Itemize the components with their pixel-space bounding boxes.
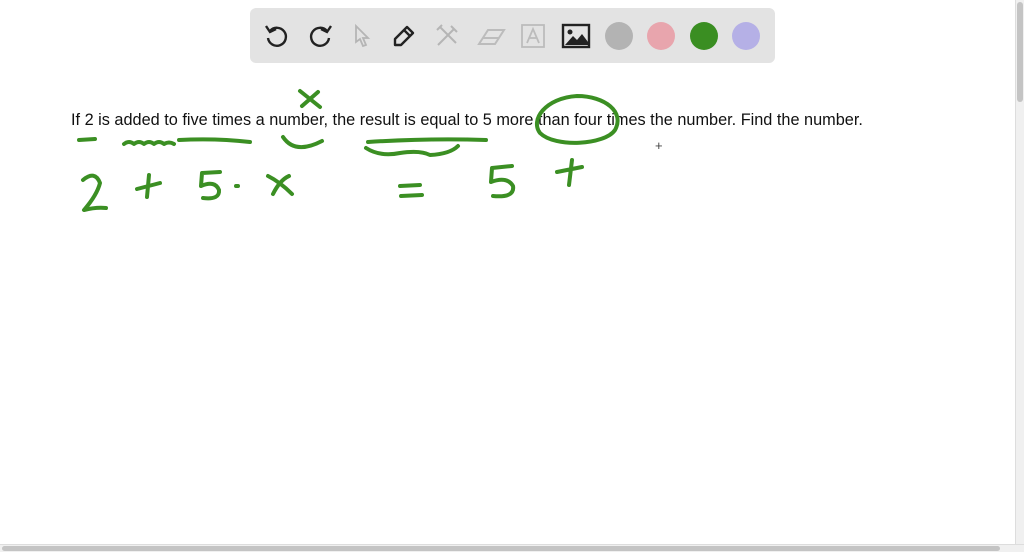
pointer-icon — [355, 23, 371, 48]
select-tool[interactable] — [345, 19, 379, 53]
equals — [398, 183, 424, 198]
handwritten-annotations — [77, 89, 620, 212]
brace-equal — [364, 144, 460, 157]
text-tool[interactable] — [516, 19, 550, 53]
drawing-toolbar — [250, 8, 775, 63]
problem-text: If 2 is added to five times a number, th… — [71, 111, 863, 129]
crosshair-cursor-icon: + — [655, 138, 663, 153]
shapes-tool[interactable] — [430, 19, 464, 53]
horizontal-scrollbar[interactable] — [0, 544, 1024, 552]
underline-added — [122, 140, 176, 146]
underline-2 — [77, 137, 97, 142]
color-lavender[interactable] — [732, 22, 760, 50]
vertical-scroll-thumb[interactable] — [1017, 2, 1023, 102]
horizontal-scroll-thumb[interactable] — [2, 546, 1000, 551]
digit-5 — [199, 170, 222, 201]
image-tool[interactable] — [559, 19, 593, 53]
eraser-icon — [477, 29, 506, 45]
plus-1 — [135, 173, 162, 199]
plus-2 — [555, 158, 584, 187]
color-pink[interactable] — [647, 22, 675, 50]
image-icon — [561, 23, 591, 49]
eraser-tool[interactable] — [474, 19, 508, 53]
digit-5-b — [489, 164, 516, 199]
x-var — [266, 174, 294, 196]
digit-2 — [81, 173, 108, 212]
undo-button[interactable] — [260, 19, 294, 53]
undo-icon — [265, 25, 288, 47]
brace-number — [281, 135, 324, 149]
redo-icon — [309, 25, 332, 47]
color-gray[interactable] — [605, 22, 633, 50]
x-label — [298, 89, 322, 109]
underline-equal — [366, 137, 488, 144]
text-icon — [521, 24, 545, 48]
underline-five-times — [177, 137, 252, 144]
pencil-icon — [393, 25, 415, 47]
vertical-scrollbar[interactable] — [1015, 0, 1024, 545]
redo-button[interactable] — [303, 19, 337, 53]
pen-tool[interactable] — [387, 19, 421, 53]
color-green[interactable] — [690, 22, 718, 50]
tools-icon — [436, 24, 458, 46]
